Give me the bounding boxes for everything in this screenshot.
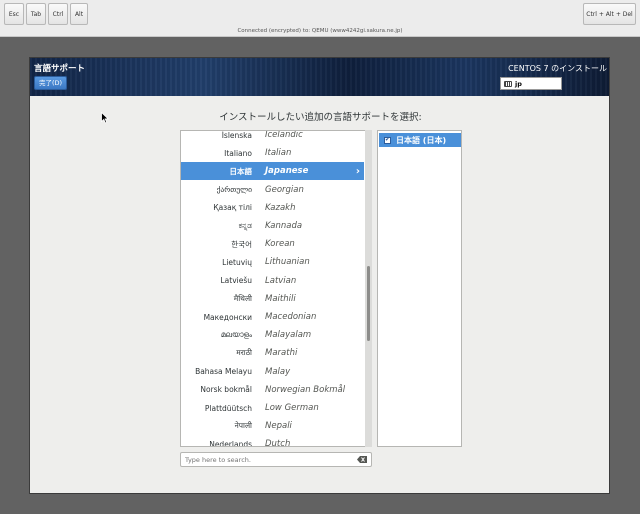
- language-english-name: Maithili: [265, 293, 296, 304]
- language-english-name: Japanese: [265, 166, 309, 177]
- language-native-name: Latviešu: [220, 276, 252, 286]
- language-row[interactable]: Lietuvių Lithuanian: [181, 253, 364, 271]
- language-row[interactable]: Íslenska Icelandic: [181, 130, 364, 144]
- language-native-name: 한국어: [231, 239, 252, 249]
- language-native-name: Lietuvių: [222, 257, 252, 267]
- keyboard-layout-label: jp: [515, 79, 522, 88]
- language-english-name: Kazakh: [265, 202, 296, 213]
- language-native-name: Македонски: [203, 312, 252, 322]
- connection-status: Connected (encrypted) to: QEMU (www4242g…: [237, 28, 403, 34]
- language-row[interactable]: Italiano Italian: [181, 144, 364, 162]
- keyboard-icon: [504, 80, 512, 87]
- clear-search-icon[interactable]: [357, 456, 367, 463]
- language-native-name: मराठी: [236, 348, 252, 358]
- language-native-name: Norsk bokmål: [200, 385, 252, 395]
- chevron-right-icon: ›: [355, 165, 360, 177]
- language-native-name: ქართული: [216, 185, 252, 195]
- language-row[interactable]: 한국어 Korean: [181, 235, 364, 253]
- header-banner: 言語サポート 完了(D) CENTOS 7 のインストール jp: [30, 58, 609, 96]
- language-native-name: Plattdüütsch: [204, 403, 252, 413]
- language-native-name: Bahasa Melayu: [195, 367, 252, 377]
- tab-key-button[interactable]: Tab: [26, 3, 46, 25]
- language-english-name: Kannada: [265, 221, 303, 231]
- keyboard-layout-indicator[interactable]: jp: [500, 77, 562, 90]
- language-list[interactable]: Íslenska Icelandic Italiano Italian 日本語 Japan…: [180, 130, 371, 447]
- language-row[interactable]: Plattdüütsch Low German: [181, 399, 364, 417]
- language-english-name: Lithuanian: [265, 257, 310, 268]
- installer-screen: 言語サポート 完了(D) CENTOS 7 のインストール jp インストールし…: [29, 57, 610, 494]
- mouse-pointer-icon: [101, 112, 109, 124]
- language-row[interactable]: Македонски Macedonian: [181, 308, 364, 326]
- install-title: CENTOS 7 のインストール: [508, 64, 607, 73]
- done-button[interactable]: 完了(D): [34, 76, 68, 90]
- locale-list[interactable]: ✔ 日本語 (日本): [377, 130, 462, 447]
- esc-key-button[interactable]: Esc: [4, 3, 24, 25]
- selection-prompt: インストールしたい追加の言語サポートを選択:: [219, 112, 422, 123]
- language-english-name: Georgian: [265, 184, 304, 195]
- locale-label: 日本語 (日本): [396, 135, 447, 145]
- language-native-name: Nederlands: [209, 439, 252, 447]
- locale-checkbox[interactable]: ✔: [384, 136, 391, 144]
- language-row[interactable]: Bahasa Melayu Malay: [181, 363, 364, 381]
- language-native-name: नेपाली: [234, 421, 252, 431]
- language-row[interactable]: മലയാളം Malayalam: [181, 326, 364, 344]
- scrollbar-thumb[interactable]: [367, 266, 370, 341]
- language-native-name: Italiano: [224, 148, 252, 158]
- language-row[interactable]: Latviešu Latvian: [181, 272, 364, 290]
- search-input[interactable]: [185, 454, 350, 465]
- page-title: 言語サポート: [34, 64, 86, 74]
- ctrl-alt-del-button[interactable]: Ctrl + Alt + Del: [583, 3, 636, 25]
- language-native-name: 日本語: [229, 166, 253, 176]
- language-native-name: Íslenska: [221, 130, 252, 140]
- language-english-name: Norwegian Bokmål: [265, 384, 346, 395]
- search-box[interactable]: [180, 452, 372, 467]
- language-row[interactable]: ქართული Georgian: [181, 181, 364, 199]
- language-row[interactable]: मैथिली Maithili: [181, 290, 364, 308]
- language-row[interactable]: मराठी Marathi: [181, 344, 364, 362]
- language-row[interactable]: Қазақ тілі Kazakh: [181, 199, 364, 217]
- language-row[interactable]: नेपाली Nepali: [181, 417, 364, 435]
- ctrl-key-button[interactable]: Ctrl: [48, 3, 68, 25]
- language-row[interactable]: ಕನ್ನಡ Kannada: [181, 217, 364, 235]
- language-row[interactable]: 日本語 Japanese ›: [181, 162, 364, 181]
- language-english-name: Icelandic: [265, 130, 303, 140]
- vnc-toolbar: Esc Tab Ctrl Alt Ctrl + Alt + Del Connec…: [0, 0, 640, 37]
- language-english-name: Macedonian: [265, 312, 317, 322]
- language-english-name: Italian: [265, 148, 292, 159]
- language-native-name: Қазақ тілі: [213, 203, 252, 213]
- language-native-name: ಕನ್ನಡ: [238, 221, 252, 230]
- language-english-name: Malayalam: [265, 330, 312, 341]
- language-native-name: मैथिली: [233, 293, 252, 303]
- locale-item[interactable]: ✔ 日本語 (日本): [379, 133, 461, 147]
- language-english-name: Nepali: [265, 421, 292, 432]
- language-english-name: Low German: [265, 403, 319, 413]
- language-english-name: Latvian: [265, 275, 297, 286]
- language-english-name: Korean: [265, 239, 295, 250]
- check-icon: ✔: [384, 136, 391, 143]
- language-row[interactable]: Nederlands Dutch: [181, 435, 364, 447]
- language-row[interactable]: Norsk bokmål Norwegian Bokmål: [181, 381, 364, 399]
- language-native-name: മലയാളം: [220, 330, 252, 340]
- alt-key-button[interactable]: Alt: [70, 3, 88, 25]
- language-english-name: Malay: [265, 366, 291, 377]
- language-english-name: Dutch: [265, 439, 291, 447]
- language-english-name: Marathi: [265, 348, 298, 359]
